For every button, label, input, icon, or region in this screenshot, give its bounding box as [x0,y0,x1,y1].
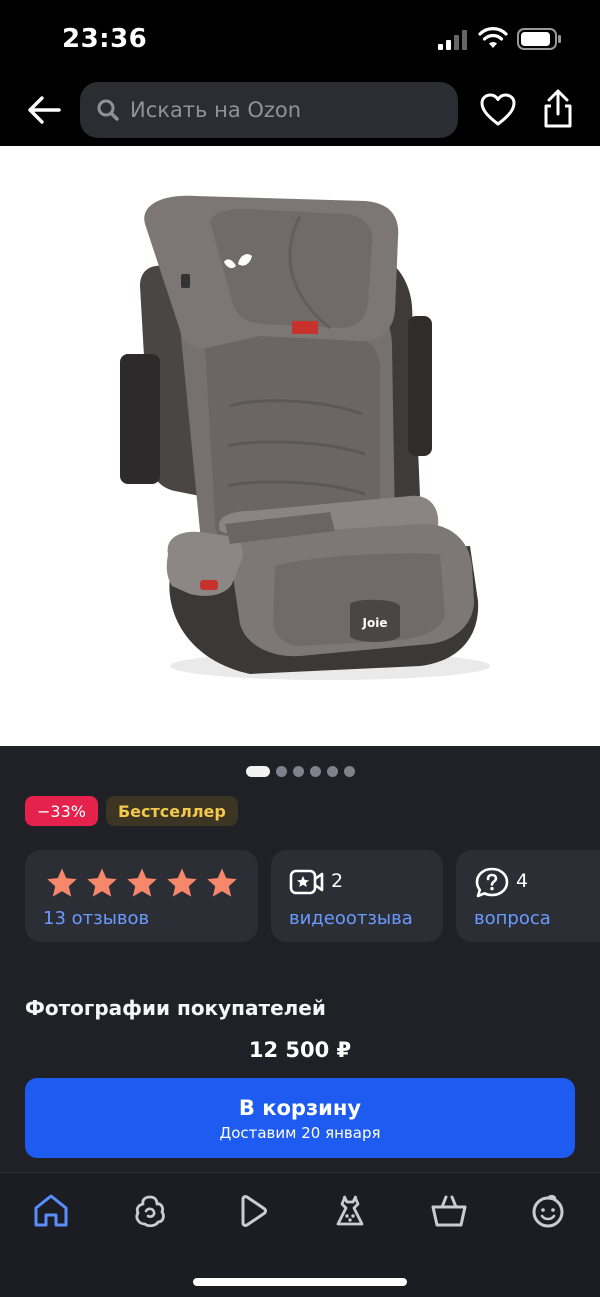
status-bar: 23:36 [0,0,600,78]
product-image[interactable]: Joie [0,146,600,746]
product-badges: −33% Бестселлер [25,796,238,826]
star-icon [207,868,237,897]
home-indicator[interactable] [193,1278,407,1286]
discount-badge: −33% [25,796,98,826]
questions-label: вопроса [474,908,551,929]
star-icon [47,868,77,897]
question-bubble-icon [475,867,509,898]
wifi-icon [478,27,508,48]
fresh-icon[interactable] [130,1191,170,1231]
customer-photos-title: Фотографии покупателей [25,996,326,1020]
video-reviews-count: 2 [331,870,344,892]
gallery-dot-active[interactable] [245,765,270,777]
cellular-signal-icon [438,30,467,50]
arrow-left-icon [28,96,61,124]
product-price: 12 500 ₽ [248,1038,352,1062]
questions-card[interactable]: 4 вопроса [456,850,600,942]
review-cards: 13 отзывов 2 видеоотзыва 4 вопроса [25,850,600,944]
search-icon [97,99,119,121]
top-nav: Искать на Ozon [0,78,600,146]
seat-brand-label: Joie [362,616,388,630]
star-icon [167,868,197,897]
basket-icon[interactable] [429,1191,469,1231]
questions-count: 4 [516,870,529,892]
add-to-cart-button[interactable]: В корзину Доставим 20 января [25,1078,575,1158]
star-icon [87,868,117,897]
video-reviews-label: видеоотзыва [289,908,413,929]
back-button[interactable] [24,90,64,130]
smile-icon[interactable] [528,1191,568,1231]
status-time: 23:36 [62,24,148,54]
gallery-pagination[interactable] [0,764,600,778]
delivery-date-label: Доставим 20 января [219,1124,381,1142]
search-bar[interactable]: Искать на Ozon [80,82,458,138]
bestseller-badge: Бестселлер [105,796,238,826]
rating-stars [45,866,239,900]
product-info: −33% Бестселлер 13 отзывов 2 видеоотзыва [0,746,600,1172]
play-icon[interactable] [232,1191,272,1231]
reviews-count-label: 13 отзывов [43,908,150,929]
heart-icon[interactable] [478,90,518,130]
share-icon[interactable] [538,88,578,130]
search-placeholder: Искать на Ozon [130,98,302,122]
dress-icon[interactable] [330,1191,370,1231]
star-icon [127,868,157,897]
car-seat-illustration: Joie [120,195,490,680]
gallery-dot[interactable] [292,765,304,777]
gallery-dot[interactable] [275,765,287,777]
add-to-cart-label: В корзину [238,1096,362,1120]
gallery-dot[interactable] [343,765,355,777]
video-camera-icon [289,869,324,895]
reviews-card[interactable]: 13 отзывов [25,850,258,942]
battery-icon [517,28,561,50]
gallery-dot[interactable] [309,765,321,777]
home-icon[interactable] [31,1191,71,1231]
gallery-dot[interactable] [326,765,338,777]
video-reviews-card[interactable]: 2 видеоотзыва [271,850,443,942]
